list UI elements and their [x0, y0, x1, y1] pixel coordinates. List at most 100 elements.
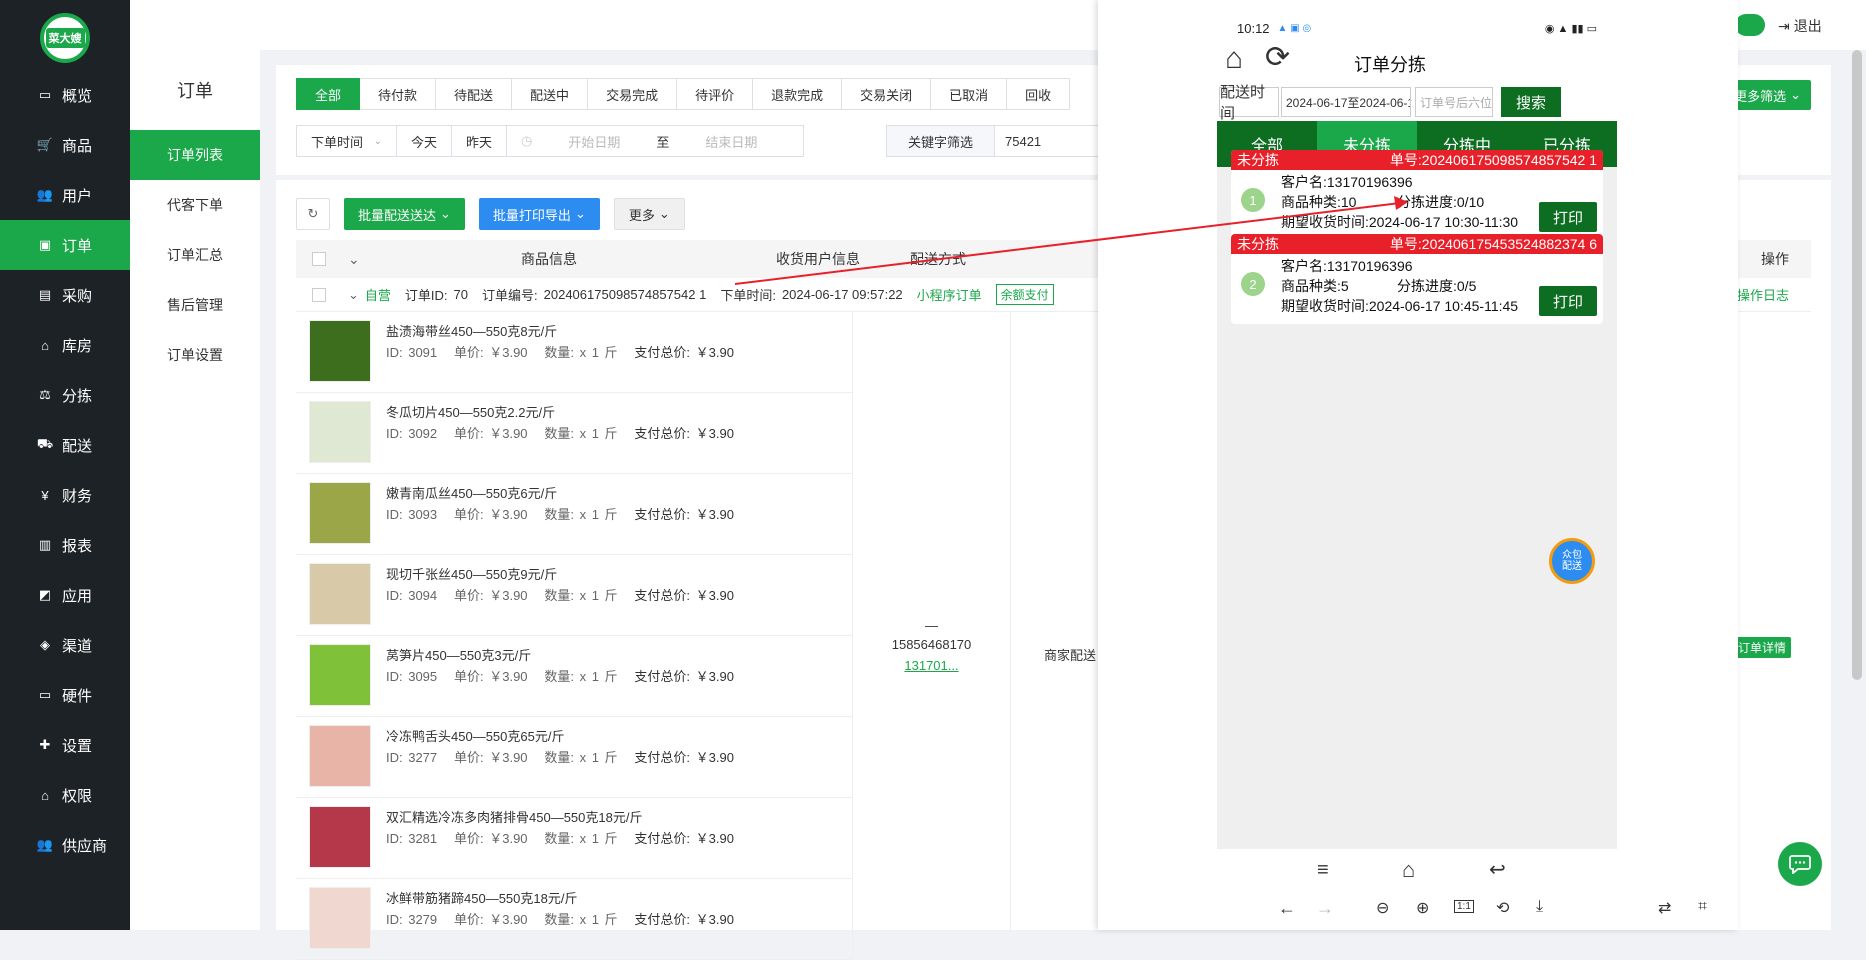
status-tab[interactable]: 退款完成 [753, 78, 843, 110]
product-image[interactable] [309, 401, 371, 463]
sidebar-item-label: 商品 [62, 137, 93, 155]
subnav-item[interactable]: 售后管理 [130, 280, 260, 330]
rotate-icon[interactable]: ⟲ [1496, 898, 1509, 918]
date-type-select[interactable]: 下单时间 ⌄ [297, 126, 397, 156]
keyword-input[interactable]: 75421 [995, 126, 1041, 156]
search-button[interactable]: 搜索 [1501, 87, 1561, 117]
search-row: 配送时间 2024-06-17至2024-06-17 订单号后六位 搜索 [1217, 84, 1617, 124]
crowd-delivery-button[interactable]: 众包配送 [1549, 538, 1595, 584]
product-image[interactable] [309, 482, 371, 544]
order-no-input[interactable]: 订单号后六位 [1415, 87, 1493, 117]
status-tab[interactable]: 回收 [1007, 78, 1071, 110]
refresh-icon[interactable]: ⟳ [1265, 42, 1290, 74]
expand-all-icon[interactable]: ⌄ [348, 251, 360, 268]
product-qty: 数量: x 1 斤 [544, 345, 618, 360]
toggle-pill[interactable] [1735, 14, 1765, 36]
forward-arrow-icon[interactable]: → [1316, 898, 1334, 919]
order-checkbox[interactable] [312, 287, 326, 302]
product-meta: ID: 3279 单价: ￥3.90 数量: x 1 斤 支付总价: ￥3.90 [386, 909, 734, 928]
zoom-in-icon[interactable]: ⊕ [1416, 898, 1429, 918]
yesterday-button[interactable]: 昨天 [452, 126, 508, 156]
print-button[interactable]: 打印 [1539, 202, 1597, 232]
sidebar-item[interactable]: ▭ 硬件 [0, 670, 130, 720]
scan-text-icon[interactable]: ⌗ [1698, 898, 1707, 916]
product-row: 双汇精选冷冻多肉猪排骨450—550克18元/斤 ID: 3281 单价: ￥3.… [296, 798, 853, 879]
chevron-down-icon: ⌄ [574, 206, 586, 221]
status-tab[interactable]: 全部 [296, 78, 361, 110]
print-button[interactable]: 打印 [1539, 286, 1597, 316]
product-name: 莴笋片450—550克3元/斤 [386, 648, 532, 663]
subnav-item[interactable]: 订单列表 [130, 130, 260, 180]
more-label: 更多 [628, 207, 655, 223]
sidebar-item[interactable]: ⚖ 分拣 [0, 370, 130, 420]
batch-ship-button[interactable]: 批量配送送达 ⌄ [344, 198, 465, 230]
sidebar-item[interactable]: ▤ 采购 [0, 270, 130, 320]
card-header: 未分拣 单号:202406175098574857542 1 [1231, 150, 1603, 170]
back-arrow-icon[interactable]: ← [1278, 898, 1296, 919]
action-bar: ↻ 批量配送送达 ⌄ 批量打印导出 ⌄ 更多 ⌄ [296, 198, 685, 230]
back-icon[interactable]: ↩ [1489, 857, 1506, 882]
receiver-link[interactable]: 131701... [853, 658, 1010, 673]
translate-icon[interactable]: ⇄ [1658, 898, 1671, 918]
product-image[interactable] [309, 806, 371, 868]
product-image[interactable] [309, 320, 371, 382]
home-icon[interactable]: ⌂ [1225, 44, 1243, 74]
status-tab[interactable]: 待付款 [360, 78, 437, 110]
date-range-picker[interactable]: ◷ 开始日期 至 结束日期 [507, 126, 803, 156]
order-card[interactable]: 未分拣 单号:202406175453524882374 6 2 客户名:131701… [1231, 234, 1603, 324]
sidebar-item[interactable]: ▭ 概览 [0, 70, 130, 120]
status-tab[interactable]: 交易完成 [588, 78, 678, 110]
operation-log-link[interactable]: 操作日志 [1737, 285, 1789, 304]
logout-link[interactable]: ⇥ 退出 [1778, 16, 1822, 36]
sidebar-item[interactable]: ⌂ 库房 [0, 320, 130, 370]
status-tab[interactable]: 待评价 [677, 78, 754, 110]
subnav-item[interactable]: 订单设置 [130, 330, 260, 380]
product-image[interactable] [309, 725, 371, 787]
more-button[interactable]: 更多 ⌄ [613, 198, 685, 230]
batch-print-button[interactable]: 批量打印导出 ⌄ [478, 198, 600, 230]
collapse-icon[interactable]: ⌄ [348, 287, 359, 303]
status-tab[interactable]: 交易关闭 [842, 78, 932, 110]
sidebar-item[interactable]: ▥ 报表 [0, 520, 130, 570]
actual-size-icon[interactable]: 1:1 [1454, 900, 1474, 913]
brand-logo[interactable]: 菜大嫂 [40, 13, 90, 63]
subnav-item[interactable]: 订单汇总 [130, 230, 260, 280]
select-all-checkbox[interactable] [312, 252, 326, 266]
keyword-label: 关键字筛选 [887, 126, 995, 156]
download-icon[interactable]: ⤓ [1536, 898, 1543, 916]
product-name: 盐渍海带丝450—550克8元/斤 [386, 324, 558, 339]
sidebar-item[interactable]: ¥ 财务 [0, 470, 130, 520]
app-title: 订单分拣 [1354, 55, 1426, 75]
sidebar-item[interactable]: ◈ 渠道 [0, 620, 130, 670]
order-card[interactable]: 未分拣 单号:202406175098574857542 1 1 客户名:131701… [1231, 150, 1603, 240]
sidebar-item[interactable]: ✚ 设置 [0, 720, 130, 770]
product-image[interactable] [309, 563, 371, 625]
date-range-input[interactable]: 2024-06-17至2024-06-17 [1281, 87, 1411, 117]
zoom-out-icon[interactable]: ⊖ [1376, 898, 1389, 918]
status-tab[interactable]: 待配送 [436, 78, 513, 110]
sidebar-item[interactable]: 👥 用户 [0, 170, 130, 220]
menu-icon[interactable]: ≡ [1317, 859, 1329, 882]
home-nav-icon[interactable]: ⌂ [1402, 857, 1415, 883]
product-qty: 数量: x 1 斤 [544, 426, 618, 441]
sidebar-item[interactable]: ▣ 订单 [0, 220, 130, 270]
status-tabs: 全部 待付款 待配送 配送中 交易完成 待评价 退款完成 交易关闭 已取消 回收 [296, 78, 1071, 110]
chat-icon [1789, 855, 1811, 874]
sidebar-item[interactable]: 🛒 商品 [0, 120, 130, 170]
refresh-button[interactable]: ↻ [296, 198, 330, 230]
product-image[interactable] [309, 887, 371, 949]
status-tab[interactable]: 已取消 [931, 78, 1008, 110]
group-icon: 👥 [36, 837, 54, 852]
sidebar-item[interactable]: ◩ 应用 [0, 570, 130, 620]
product-image[interactable] [309, 644, 371, 706]
order-detail-button[interactable]: 订单详情 [1733, 637, 1792, 658]
subnav-item[interactable]: 代客下单 [130, 180, 260, 230]
chat-button[interactable] [1778, 842, 1822, 886]
sidebar-item[interactable]: 👥 供应商 [0, 820, 130, 870]
sidebar-item[interactable]: ⌂ 权限 [0, 770, 130, 820]
card-header: 未分拣 单号:202406175453524882374 6 [1231, 234, 1603, 254]
status-tab[interactable]: 配送中 [512, 78, 589, 110]
today-button[interactable]: 今天 [397, 126, 453, 156]
page-scrollbar[interactable] [1852, 50, 1862, 680]
sidebar-item[interactable]: ⛟ 配送 [0, 420, 130, 470]
